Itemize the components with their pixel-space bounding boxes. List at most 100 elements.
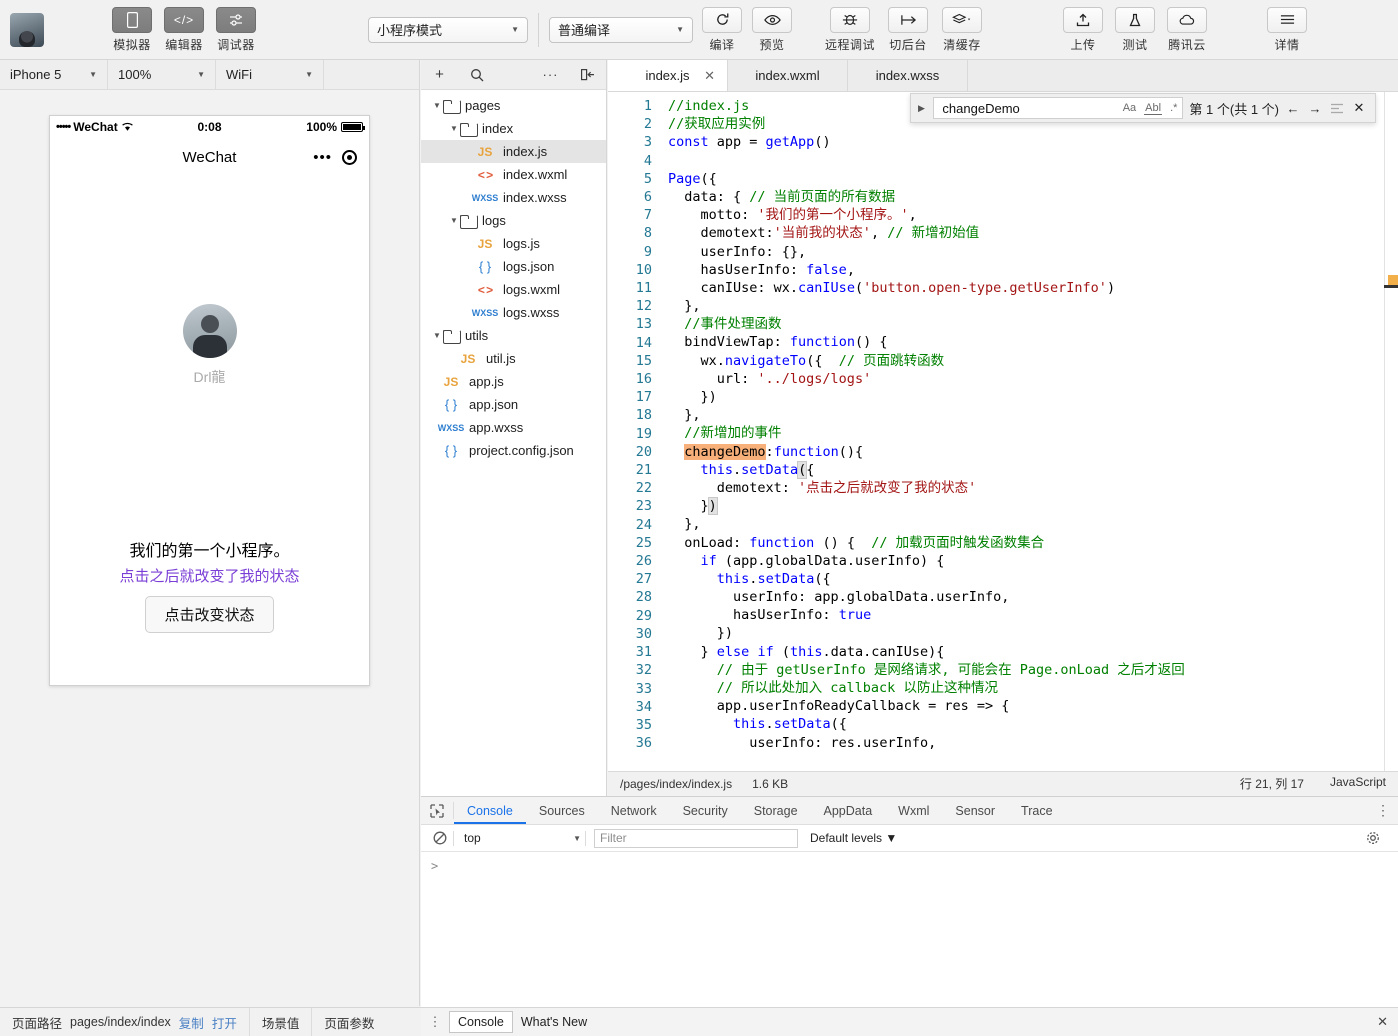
tree-file-app.json[interactable]: { }app.json: [421, 393, 606, 416]
editor-language[interactable]: JavaScript: [1330, 775, 1386, 792]
code-content[interactable]: //index.js//获取应用实例const app = getApp()Pa…: [668, 92, 1380, 752]
close-icon[interactable]: ✕: [1351, 100, 1367, 116]
find-in-selection-icon[interactable]: [1329, 103, 1345, 114]
chevron-down-icon[interactable]: ▼: [448, 216, 460, 225]
chevron-down-icon[interactable]: ▼: [431, 331, 443, 340]
open-path-link[interactable]: 打开: [212, 1013, 237, 1032]
close-capsule-icon[interactable]: [342, 150, 357, 165]
editor-tab-index.js[interactable]: index.js✕: [608, 60, 728, 91]
tree-file-app.wxss[interactable]: WXSSapp.wxss: [421, 416, 606, 439]
gear-icon[interactable]: [1366, 831, 1392, 845]
remote-debug-button[interactable]: 远程调试: [819, 7, 881, 53]
code-line[interactable]: } else if (this.data.canIUse){: [668, 643, 1380, 661]
more-dots-icon[interactable]: •••: [313, 149, 332, 166]
code-line[interactable]: wx.navigateTo({ // 页面跳转函数: [668, 352, 1380, 370]
code-line[interactable]: },: [668, 406, 1380, 424]
devtools-tab-sensor[interactable]: Sensor: [942, 797, 1008, 824]
arrow-right-icon[interactable]: →: [1307, 101, 1323, 116]
console-levels-select[interactable]: Default levels ▼: [810, 831, 897, 845]
editor-tab-index.wxml[interactable]: index.wxml: [728, 60, 848, 91]
compile-select[interactable]: 普通编译 ▼: [549, 17, 693, 43]
account-avatar-button[interactable]: [10, 13, 44, 47]
console-filter-input[interactable]: Filter: [594, 829, 798, 848]
code-line[interactable]: hasUserInfo: true: [668, 606, 1380, 624]
code-line[interactable]: //新增加的事件: [668, 424, 1380, 442]
whole-word-icon[interactable]: Abl: [1144, 102, 1162, 115]
code-line[interactable]: userInfo: res.userInfo,: [668, 734, 1380, 752]
drawer-tab-console[interactable]: Console: [449, 1011, 513, 1033]
close-icon[interactable]: ✕: [704, 68, 715, 84]
code-line[interactable]: changeDemo:function(){: [668, 443, 1380, 461]
tree-folder-logs[interactable]: ▼logs: [421, 209, 606, 232]
tree-file-index.wxml[interactable]: < >index.wxml: [421, 163, 606, 186]
code-line[interactable]: motto: '我们的第一个小程序。',: [668, 206, 1380, 224]
scene-value-button[interactable]: 场景值: [250, 1008, 312, 1036]
code-line[interactable]: userInfo: {},: [668, 243, 1380, 261]
compile-button[interactable]: 编译: [697, 7, 747, 53]
arrow-left-icon[interactable]: ←: [1285, 101, 1301, 116]
inspect-element-icon[interactable]: [421, 797, 453, 824]
devtools-tab-wxml[interactable]: Wxml: [885, 797, 942, 824]
tencent-cloud-button[interactable]: 腾讯云: [1161, 7, 1213, 53]
background-button[interactable]: 切后台: [881, 7, 935, 53]
details-button[interactable]: 详情: [1261, 7, 1313, 53]
devtools-tab-appdata[interactable]: AppData: [811, 797, 886, 824]
collapse-panel-icon[interactable]: [569, 68, 606, 81]
tree-folder-pages[interactable]: ▼pages: [421, 94, 606, 117]
search-icon[interactable]: [458, 68, 495, 82]
code-line[interactable]: }): [668, 388, 1380, 406]
clear-cache-button[interactable]: 清缓存: [935, 7, 989, 53]
tree-file-util.js[interactable]: JSutil.js: [421, 347, 606, 370]
clear-console-icon[interactable]: [427, 831, 453, 845]
tree-folder-index[interactable]: ▼index: [421, 117, 606, 140]
mode-select[interactable]: 小程序模式 ▼: [368, 17, 528, 43]
code-line[interactable]: // 由于 getUserInfo 是网络请求, 可能会在 Page.onLoa…: [668, 661, 1380, 679]
console-prompt[interactable]: >: [421, 853, 1398, 879]
devtools-tab-security[interactable]: Security: [670, 797, 741, 824]
tree-file-project.config.json[interactable]: { }project.config.json: [421, 439, 606, 462]
chevron-down-icon[interactable]: ▼: [448, 124, 460, 133]
code-line[interactable]: url: '../logs/logs': [668, 370, 1380, 388]
devtools-tab-trace[interactable]: Trace: [1008, 797, 1066, 824]
tree-file-index.wxss[interactable]: WXSSindex.wxss: [421, 186, 606, 209]
tree-file-logs.wxml[interactable]: < >logs.wxml: [421, 278, 606, 301]
tree-file-index.js[interactable]: JSindex.js: [421, 140, 606, 163]
preview-button[interactable]: 预览: [747, 7, 797, 53]
tree-file-app.js[interactable]: JSapp.js: [421, 370, 606, 393]
close-icon[interactable]: ✕: [1377, 1014, 1388, 1030]
upload-button[interactable]: 上传: [1057, 7, 1109, 53]
change-state-button[interactable]: 点击改变状态: [145, 596, 273, 633]
page-params-button[interactable]: 页面参数: [312, 1008, 386, 1036]
match-case-icon[interactable]: Aa: [1122, 102, 1137, 114]
regex-icon[interactable]: .*: [1169, 102, 1178, 114]
editor-tab-index.wxss[interactable]: index.wxss: [848, 60, 968, 91]
find-input[interactable]: changeDemo Aa Abl .*: [933, 97, 1183, 119]
code-line[interactable]: [668, 152, 1380, 170]
plus-icon[interactable]: +: [421, 66, 458, 83]
code-line[interactable]: if (app.globalData.userInfo) {: [668, 552, 1380, 570]
device-select[interactable]: iPhone 5 ▼: [0, 60, 108, 90]
code-line[interactable]: }): [668, 624, 1380, 642]
code-line[interactable]: onLoad: function () { // 加载页面时触发函数集合: [668, 534, 1380, 552]
tree-file-logs.js[interactable]: JSlogs.js: [421, 232, 606, 255]
code-line[interactable]: canIUse: wx.canIUse('button.open-type.ge…: [668, 279, 1380, 297]
console-output[interactable]: >: [421, 853, 1398, 1007]
devtools-tab-console[interactable]: Console: [454, 797, 526, 824]
code-line[interactable]: bindViewTap: function() {: [668, 333, 1380, 351]
panel-toggle-debugger[interactable]: 调试器: [210, 7, 262, 53]
tree-file-logs.json[interactable]: { }logs.json: [421, 255, 606, 278]
devtools-tab-storage[interactable]: Storage: [741, 797, 811, 824]
chevron-down-icon[interactable]: ▼: [431, 101, 443, 110]
code-line[interactable]: demotext:'当前我的状态', // 新增初始值: [668, 224, 1380, 242]
devtools-tab-bar[interactable]: ConsoleSourcesNetworkSecurityStorageAppD…: [421, 797, 1398, 825]
code-line[interactable]: //事件处理函数: [668, 315, 1380, 333]
code-line[interactable]: },: [668, 297, 1380, 315]
code-line[interactable]: const app = getApp(): [668, 133, 1380, 151]
tree-file-logs.wxss[interactable]: WXSSlogs.wxss: [421, 301, 606, 324]
copy-path-link[interactable]: 复制: [179, 1013, 204, 1032]
file-tree-list[interactable]: ▼pages▼indexJSindex.js< >index.wxmlWXSSi…: [421, 90, 606, 462]
drawer-menu-icon[interactable]: ⋮: [421, 1014, 449, 1030]
ellipsis-icon[interactable]: ···: [532, 67, 569, 82]
panel-toggle-simulator[interactable]: 模拟器: [106, 7, 158, 53]
code-line[interactable]: this.setData({: [668, 570, 1380, 588]
